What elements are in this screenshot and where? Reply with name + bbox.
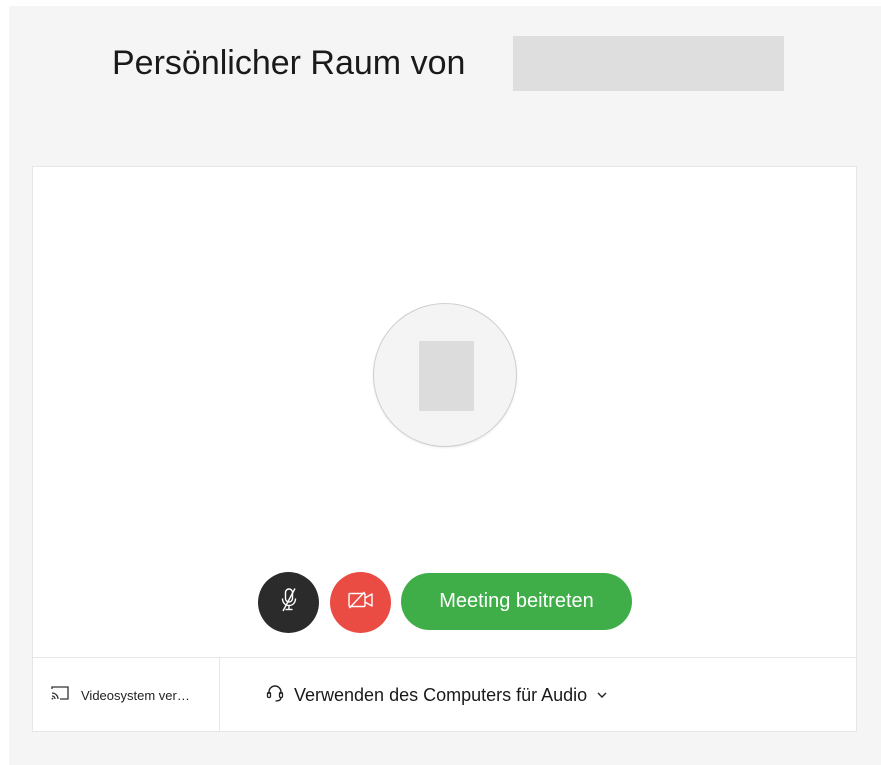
headset-icon (265, 683, 285, 708)
join-meeting-button[interactable]: Meeting beitreten (401, 573, 632, 630)
video-system-button[interactable]: Videosystem ver… (33, 658, 220, 732)
host-name-redacted (513, 36, 784, 91)
video-system-label: Videosystem ver… (81, 687, 190, 703)
audio-option-dropdown[interactable]: Verwenden des Computers für Audio (265, 658, 608, 732)
avatar (373, 303, 517, 447)
preview-card: Meeting beitreten Videosystem ver… Verwe… (32, 166, 857, 732)
video-off-icon (347, 590, 375, 615)
audio-option-label: Verwenden des Computers für Audio (294, 684, 588, 705)
avatar-image-redacted (419, 341, 474, 411)
footer-bar: Videosystem ver… Verwenden des Computers… (33, 657, 856, 732)
page-title: Persönlicher Raum von (112, 44, 466, 82)
mute-button[interactable] (258, 572, 319, 633)
microphone-muted-icon (278, 587, 300, 618)
cast-icon (50, 685, 70, 706)
meeting-controls: Meeting beitreten (33, 571, 858, 635)
video-toggle-button[interactable] (330, 572, 391, 633)
chevron-down-icon (596, 691, 608, 699)
page-header: Persönlicher Raum von (0, 36, 881, 92)
